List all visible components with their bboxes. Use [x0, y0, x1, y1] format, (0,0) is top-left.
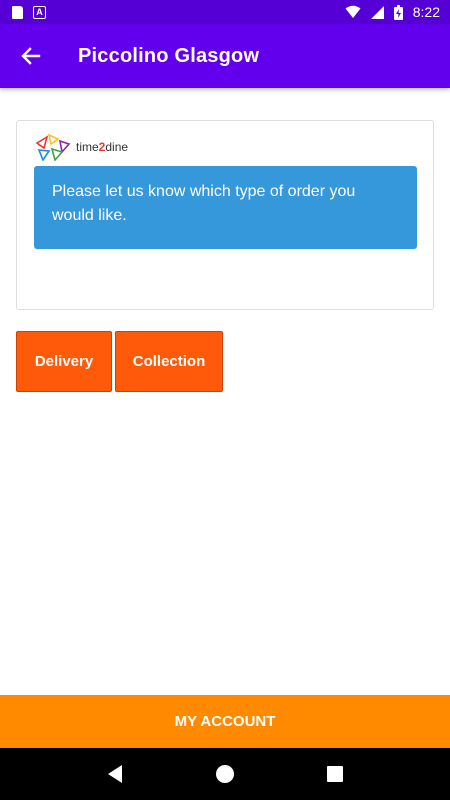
- nav-recents-icon: [327, 766, 343, 782]
- app-bar: Piccolino Glasgow: [0, 24, 450, 88]
- a-icon: A: [33, 5, 46, 19]
- nav-home-button[interactable]: [205, 754, 245, 794]
- time2dine-logo-icon: [35, 133, 71, 161]
- my-account-button[interactable]: MY ACCOUNT: [0, 695, 450, 748]
- logo-text: time2dine: [76, 140, 129, 154]
- status-right: 8:22: [345, 4, 440, 20]
- system-nav-bar: [0, 748, 450, 800]
- back-button[interactable]: [0, 24, 62, 88]
- collection-button[interactable]: Collection: [115, 331, 223, 392]
- nav-back-button[interactable]: [95, 754, 135, 794]
- status-time: 8:22: [412, 4, 440, 20]
- wifi-icon: [345, 5, 361, 18]
- nav-home-icon: [216, 765, 234, 783]
- status-left: A: [12, 5, 46, 19]
- arrow-back-icon: [21, 47, 41, 65]
- page-title: Piccolino Glasgow: [78, 44, 260, 67]
- signal-icon: [370, 6, 384, 19]
- order-info-card: time2dine Please let us know which type …: [16, 120, 434, 310]
- time2dine-logo: time2dine: [34, 133, 128, 161]
- nav-back-icon: [108, 765, 122, 783]
- status-bar: A 8:22: [0, 0, 450, 24]
- sd-card-icon: [12, 5, 23, 19]
- order-type-message: Please let us know which type of order y…: [34, 166, 417, 249]
- nav-recents-button[interactable]: [315, 754, 355, 794]
- delivery-button[interactable]: Delivery: [16, 331, 112, 392]
- battery-charging-icon: [393, 4, 403, 20]
